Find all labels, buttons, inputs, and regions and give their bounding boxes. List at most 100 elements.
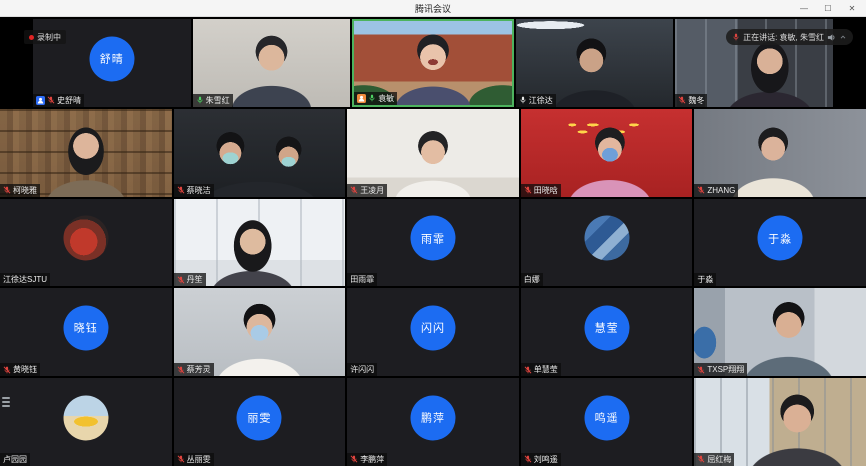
participant-tile[interactable]: 于淼于淼 — [694, 199, 866, 287]
participant-avatar-photo — [63, 395, 108, 440]
participant-tile[interactable]: 丽雯丛丽雯 — [174, 378, 346, 466]
participant-tile[interactable]: 鸣遥刘鸣遥 — [521, 378, 693, 466]
participant-name-label: 屈红梅 — [694, 453, 734, 466]
mic-icon — [196, 96, 204, 104]
participant-tile[interactable]: 江徐达SJTU — [0, 199, 172, 287]
mic-muted-icon — [678, 96, 686, 104]
participant-name: 袁敏 — [378, 94, 394, 103]
participant-tile[interactable]: 袁敏 — [352, 19, 514, 107]
participant-name: 田晓晗 — [534, 186, 558, 195]
participant-tile[interactable]: 慧莹单慧莹 — [521, 288, 693, 376]
grid-row: 卢园园丽雯丛丽雯鹏萍李鹏萍鸣遥刘鸣遥屈红梅 — [0, 378, 866, 466]
participant-name: ZHANG — [707, 186, 735, 195]
participant-tile[interactable]: 田晓晗 — [521, 109, 693, 197]
member-badge-icon — [36, 96, 45, 105]
participant-avatar-circle: 舒晴 — [89, 36, 134, 81]
window-title: 腾讯会议 — [415, 2, 451, 15]
participant-tile[interactable]: 卢园园 — [0, 378, 172, 466]
participant-grid: 舒晴史舒晴 朱雪红 袁敏 江徐达 魏冬柯晓雅 蔡晓洁 王凌月田晓晗 ZHANG 江徐达SJTU 丹… — [0, 17, 866, 466]
mic-muted-icon — [177, 276, 185, 284]
participant-avatar-photo — [63, 216, 108, 261]
participant-name: 朱雪红 — [206, 96, 230, 105]
participant-name: 丛丽雯 — [187, 455, 211, 464]
participant-name: 柯晓雅 — [13, 186, 37, 195]
participant-name-label: 于淼 — [694, 273, 716, 286]
grid-row: 柯晓雅 蔡晓洁 王凌月田晓晗 ZHANG — [0, 109, 866, 197]
minimize-button[interactable]: — — [792, 0, 816, 16]
chevron-up-icon — [839, 33, 847, 41]
mic-muted-icon — [350, 186, 358, 194]
participant-name: 史舒晴 — [57, 96, 81, 105]
participant-avatar-circle: 闪闪 — [410, 305, 455, 350]
participant-tile[interactable]: 王凌月 — [347, 109, 519, 197]
volume-icon — [827, 33, 836, 42]
participant-name-label: 蔡芳灵 — [174, 363, 214, 376]
participant-tile[interactable]: 白娜 — [521, 199, 693, 287]
participant-tile[interactable]: 闪闪许闪闪 — [347, 288, 519, 376]
mic-muted-icon — [697, 186, 705, 194]
participant-tile[interactable]: 柯晓雅 — [0, 109, 172, 197]
participant-name: 江徐达 — [529, 96, 553, 105]
recording-label: 录制中 — [37, 32, 61, 43]
participant-name-label: 朱雪红 — [193, 94, 233, 107]
participant-name: 丹笙 — [187, 275, 203, 284]
participant-name-label: TXSP翔翔 — [694, 363, 747, 376]
participant-name-label: 田晓晗 — [521, 184, 561, 197]
participant-tile[interactable]: 屈红梅 — [694, 378, 866, 466]
recording-dot-icon — [29, 35, 34, 40]
participant-name: 许闪闪 — [350, 365, 374, 374]
participant-tile[interactable]: 丹笙 — [174, 199, 346, 287]
mic-muted-icon — [177, 455, 185, 463]
participant-avatar-circle: 于淼 — [758, 216, 803, 261]
participant-tile[interactable]: ZHANG — [694, 109, 866, 197]
participant-name-label: 单慧莹 — [521, 363, 561, 376]
grid-row: 晓钰黄晓钰蔡芳灵闪闪许闪闪慧莹单慧莹TXSP翔翔 — [0, 288, 866, 376]
recording-indicator[interactable]: 录制中 — [24, 30, 66, 44]
participant-name-label: 丛丽雯 — [174, 453, 214, 466]
participant-avatar-circle: 慧莹 — [584, 305, 629, 350]
participant-name: 黄晓钰 — [13, 365, 37, 374]
participant-avatar-circle: 丽雯 — [237, 395, 282, 440]
participant-name-label: 丹笙 — [174, 273, 206, 286]
mic-muted-icon — [350, 455, 358, 463]
participant-tile[interactable]: 晓钰黄晓钰 — [0, 288, 172, 376]
mic-muted-icon — [3, 366, 11, 374]
participant-tile[interactable]: 蔡芳灵 — [174, 288, 346, 376]
participant-name: 于淼 — [697, 275, 713, 284]
participant-avatar-photo — [584, 216, 629, 261]
participant-name-label: 李鹏萍 — [347, 453, 387, 466]
participant-tile[interactable]: 朱雪红 — [193, 19, 351, 107]
participant-name-label: 田雨霏 — [347, 273, 377, 286]
maximize-button[interactable]: ☐ — [816, 0, 840, 16]
participant-name-label: 江徐达 — [516, 94, 556, 107]
participant-avatar-circle: 雨霏 — [410, 216, 455, 261]
participant-name-label: 江徐达SJTU — [0, 273, 50, 286]
participant-tile[interactable]: 雨霏田雨霏 — [347, 199, 519, 287]
participant-name: 卢园园 — [3, 455, 27, 464]
participant-name: 田雨霏 — [350, 275, 374, 284]
participant-name: 白娜 — [524, 275, 540, 284]
participant-name-label: ZHANG — [694, 184, 738, 197]
mic-muted-icon — [697, 366, 705, 374]
mic-muted-icon — [524, 455, 532, 463]
grid-row: 江徐达SJTU丹笙雨霏田雨霏白娜于淼于淼 — [0, 199, 866, 287]
participant-tile[interactable]: TXSP翔翔 — [694, 288, 866, 376]
mic-icon — [732, 33, 740, 41]
participant-name: 魏冬 — [688, 96, 704, 105]
participant-name: 单慧莹 — [534, 365, 558, 374]
participant-name-label: 袁敏 — [354, 92, 397, 105]
participant-name-label: 卢园园 — [0, 453, 30, 466]
mic-muted-icon — [177, 366, 185, 374]
participant-name-label: 蔡晓洁 — [174, 184, 214, 197]
speaking-toast: 正在讲话: 袁敏, 朱雪红 — [726, 29, 853, 45]
participant-tile[interactable]: 江徐达 — [516, 19, 674, 107]
participant-name-label: 黄晓钰 — [0, 363, 40, 376]
mic-muted-icon — [697, 455, 705, 463]
close-button[interactable]: ✕ — [840, 0, 864, 16]
mic-icon — [368, 94, 376, 102]
participant-name-label: 柯晓雅 — [0, 184, 40, 197]
sidebar-toggle[interactable] — [2, 397, 10, 407]
participant-tile[interactable]: 鹏萍李鹏萍 — [347, 378, 519, 466]
participant-tile[interactable]: 蔡晓洁 — [174, 109, 346, 197]
mic-muted-icon — [3, 186, 11, 194]
